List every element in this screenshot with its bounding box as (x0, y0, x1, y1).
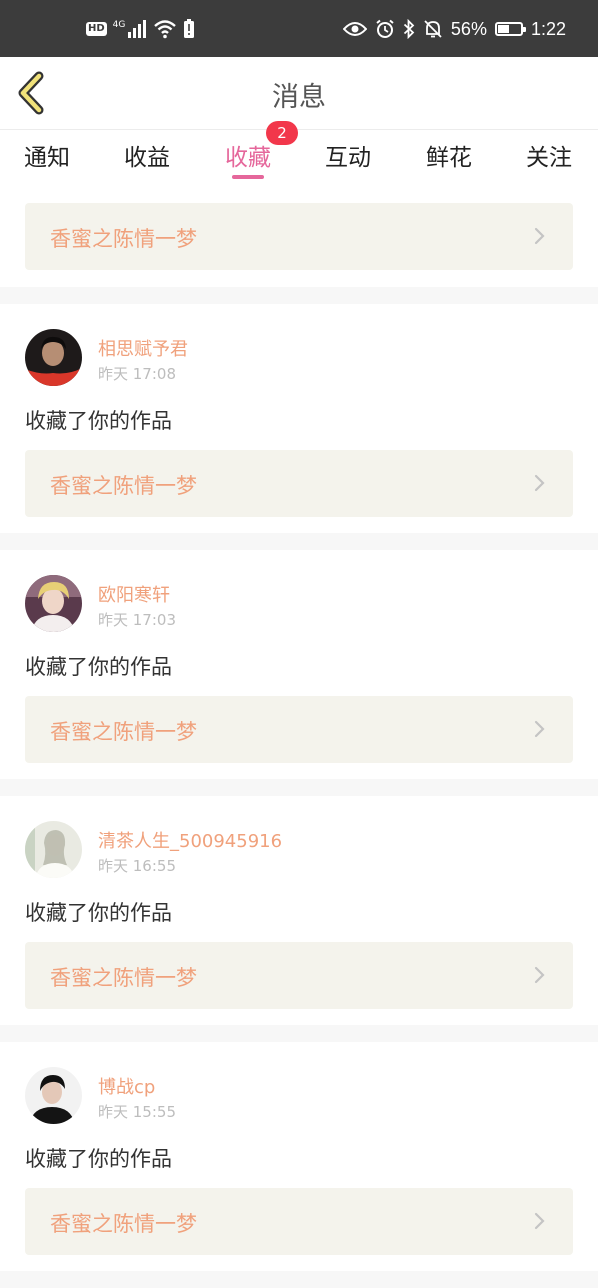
list-item: 博战cp 昨天 15:55 收藏了你的作品 香蜜之陈情一梦 (0, 1042, 598, 1271)
work-title: 香蜜之陈情一梦 (50, 966, 197, 990)
status-left: HD 4G (86, 16, 195, 42)
chevron-right-icon (534, 966, 545, 984)
chevron-right-icon (534, 227, 545, 245)
clock: 1:22 (530, 18, 566, 39)
avatar-image (25, 821, 82, 878)
alarm-icon (376, 19, 394, 38)
hd-badge: HD (86, 22, 107, 36)
battery-icon (494, 22, 526, 36)
user-name[interactable]: 相思赋予君 (98, 335, 188, 361)
bell-off-icon (424, 20, 442, 38)
message-time: 昨天 16:55 (98, 857, 176, 875)
divider (0, 779, 598, 796)
chevron-right-icon (534, 474, 545, 492)
work-link[interactable]: 香蜜之陈情一梦 (25, 203, 573, 270)
message-text: 收藏了你的作品 (25, 1147, 172, 1171)
message-list: 香蜜之陈情一梦 相思赋予君 昨天 17:08 收藏了你的作品 香蜜之陈情一梦 欧… (0, 186, 598, 1288)
message-text: 收藏了你的作品 (25, 409, 172, 433)
avatar-image (25, 329, 82, 386)
work-title: 香蜜之陈情一梦 (50, 227, 197, 251)
tab-label: 收藏 (225, 145, 271, 171)
message-time: 昨天 17:08 (98, 365, 176, 383)
work-link[interactable]: 香蜜之陈情一梦 (25, 942, 573, 1009)
work-title: 香蜜之陈情一梦 (50, 720, 197, 744)
divider (0, 287, 598, 304)
chevron-right-icon (534, 720, 545, 738)
divider (0, 533, 598, 550)
tab-label: 鲜花 (426, 145, 472, 171)
alert-icon (184, 19, 195, 38)
user-name[interactable]: 博战cp (98, 1073, 155, 1099)
network-type: 4G (112, 20, 126, 30)
tab-flowers[interactable]: 鲜花 (426, 138, 472, 172)
tab-earnings[interactable]: 收益 (124, 138, 170, 172)
message-text: 收藏了你的作品 (25, 655, 172, 679)
tab-interaction[interactable]: 互动 (325, 138, 371, 172)
page-title: 消息 (272, 82, 326, 113)
tab-label: 关注 (526, 145, 572, 171)
eye-icon (342, 22, 367, 36)
bluetooth-icon (403, 19, 415, 39)
work-title: 香蜜之陈情一梦 (50, 1212, 197, 1236)
avatar[interactable] (25, 329, 82, 386)
app-header: 消息 (0, 57, 598, 130)
category-tabs: 通知 收益 收藏 2 互动 鲜花 关注 (0, 121, 598, 186)
status-right: 56% 1:22 (342, 16, 566, 42)
list-item: 相思赋予君 昨天 17:08 收藏了你的作品 香蜜之陈情一梦 (0, 304, 598, 533)
tab-label: 收益 (124, 145, 170, 171)
avatar[interactable] (25, 821, 82, 878)
tab-label: 互动 (325, 145, 371, 171)
work-title: 香蜜之陈情一梦 (50, 474, 197, 498)
list-item: 清茶人生_500945916 昨天 16:55 收藏了你的作品 香蜜之陈情一梦 (0, 796, 598, 1025)
tab-notification[interactable]: 通知 (24, 138, 70, 172)
user-name[interactable]: 欧阳寒轩 (98, 581, 170, 607)
user-name[interactable]: 清茶人生_500945916 (98, 827, 282, 853)
avatar[interactable] (25, 1067, 82, 1124)
avatar-image (25, 575, 82, 632)
status-bar: HD 4G 56% 1:22 (0, 0, 598, 57)
work-link[interactable]: 香蜜之陈情一梦 (25, 450, 573, 517)
tab-favorites[interactable]: 收藏 (225, 138, 271, 172)
divider (0, 1025, 598, 1042)
signal-icon (128, 20, 147, 38)
list-item: 香蜜之陈情一梦 (0, 186, 598, 287)
unread-badge: 2 (266, 121, 298, 145)
message-time: 昨天 15:55 (98, 1103, 176, 1121)
active-tab-indicator (232, 175, 264, 179)
battery-level (497, 25, 510, 33)
work-link[interactable]: 香蜜之陈情一梦 (25, 1188, 573, 1255)
list-item: 欧阳寒轩 昨天 17:03 收藏了你的作品 香蜜之陈情一梦 (0, 550, 598, 779)
message-text: 收藏了你的作品 (25, 901, 172, 925)
tab-label: 通知 (24, 145, 70, 171)
chevron-right-icon (534, 1212, 545, 1230)
work-link[interactable]: 香蜜之陈情一梦 (25, 696, 573, 763)
tab-follow[interactable]: 关注 (526, 138, 572, 172)
message-time: 昨天 17:03 (98, 611, 176, 629)
avatar[interactable] (25, 575, 82, 632)
avatar-image (25, 1067, 82, 1124)
battery-percent: 56% (450, 18, 487, 39)
wifi-icon (154, 20, 177, 39)
